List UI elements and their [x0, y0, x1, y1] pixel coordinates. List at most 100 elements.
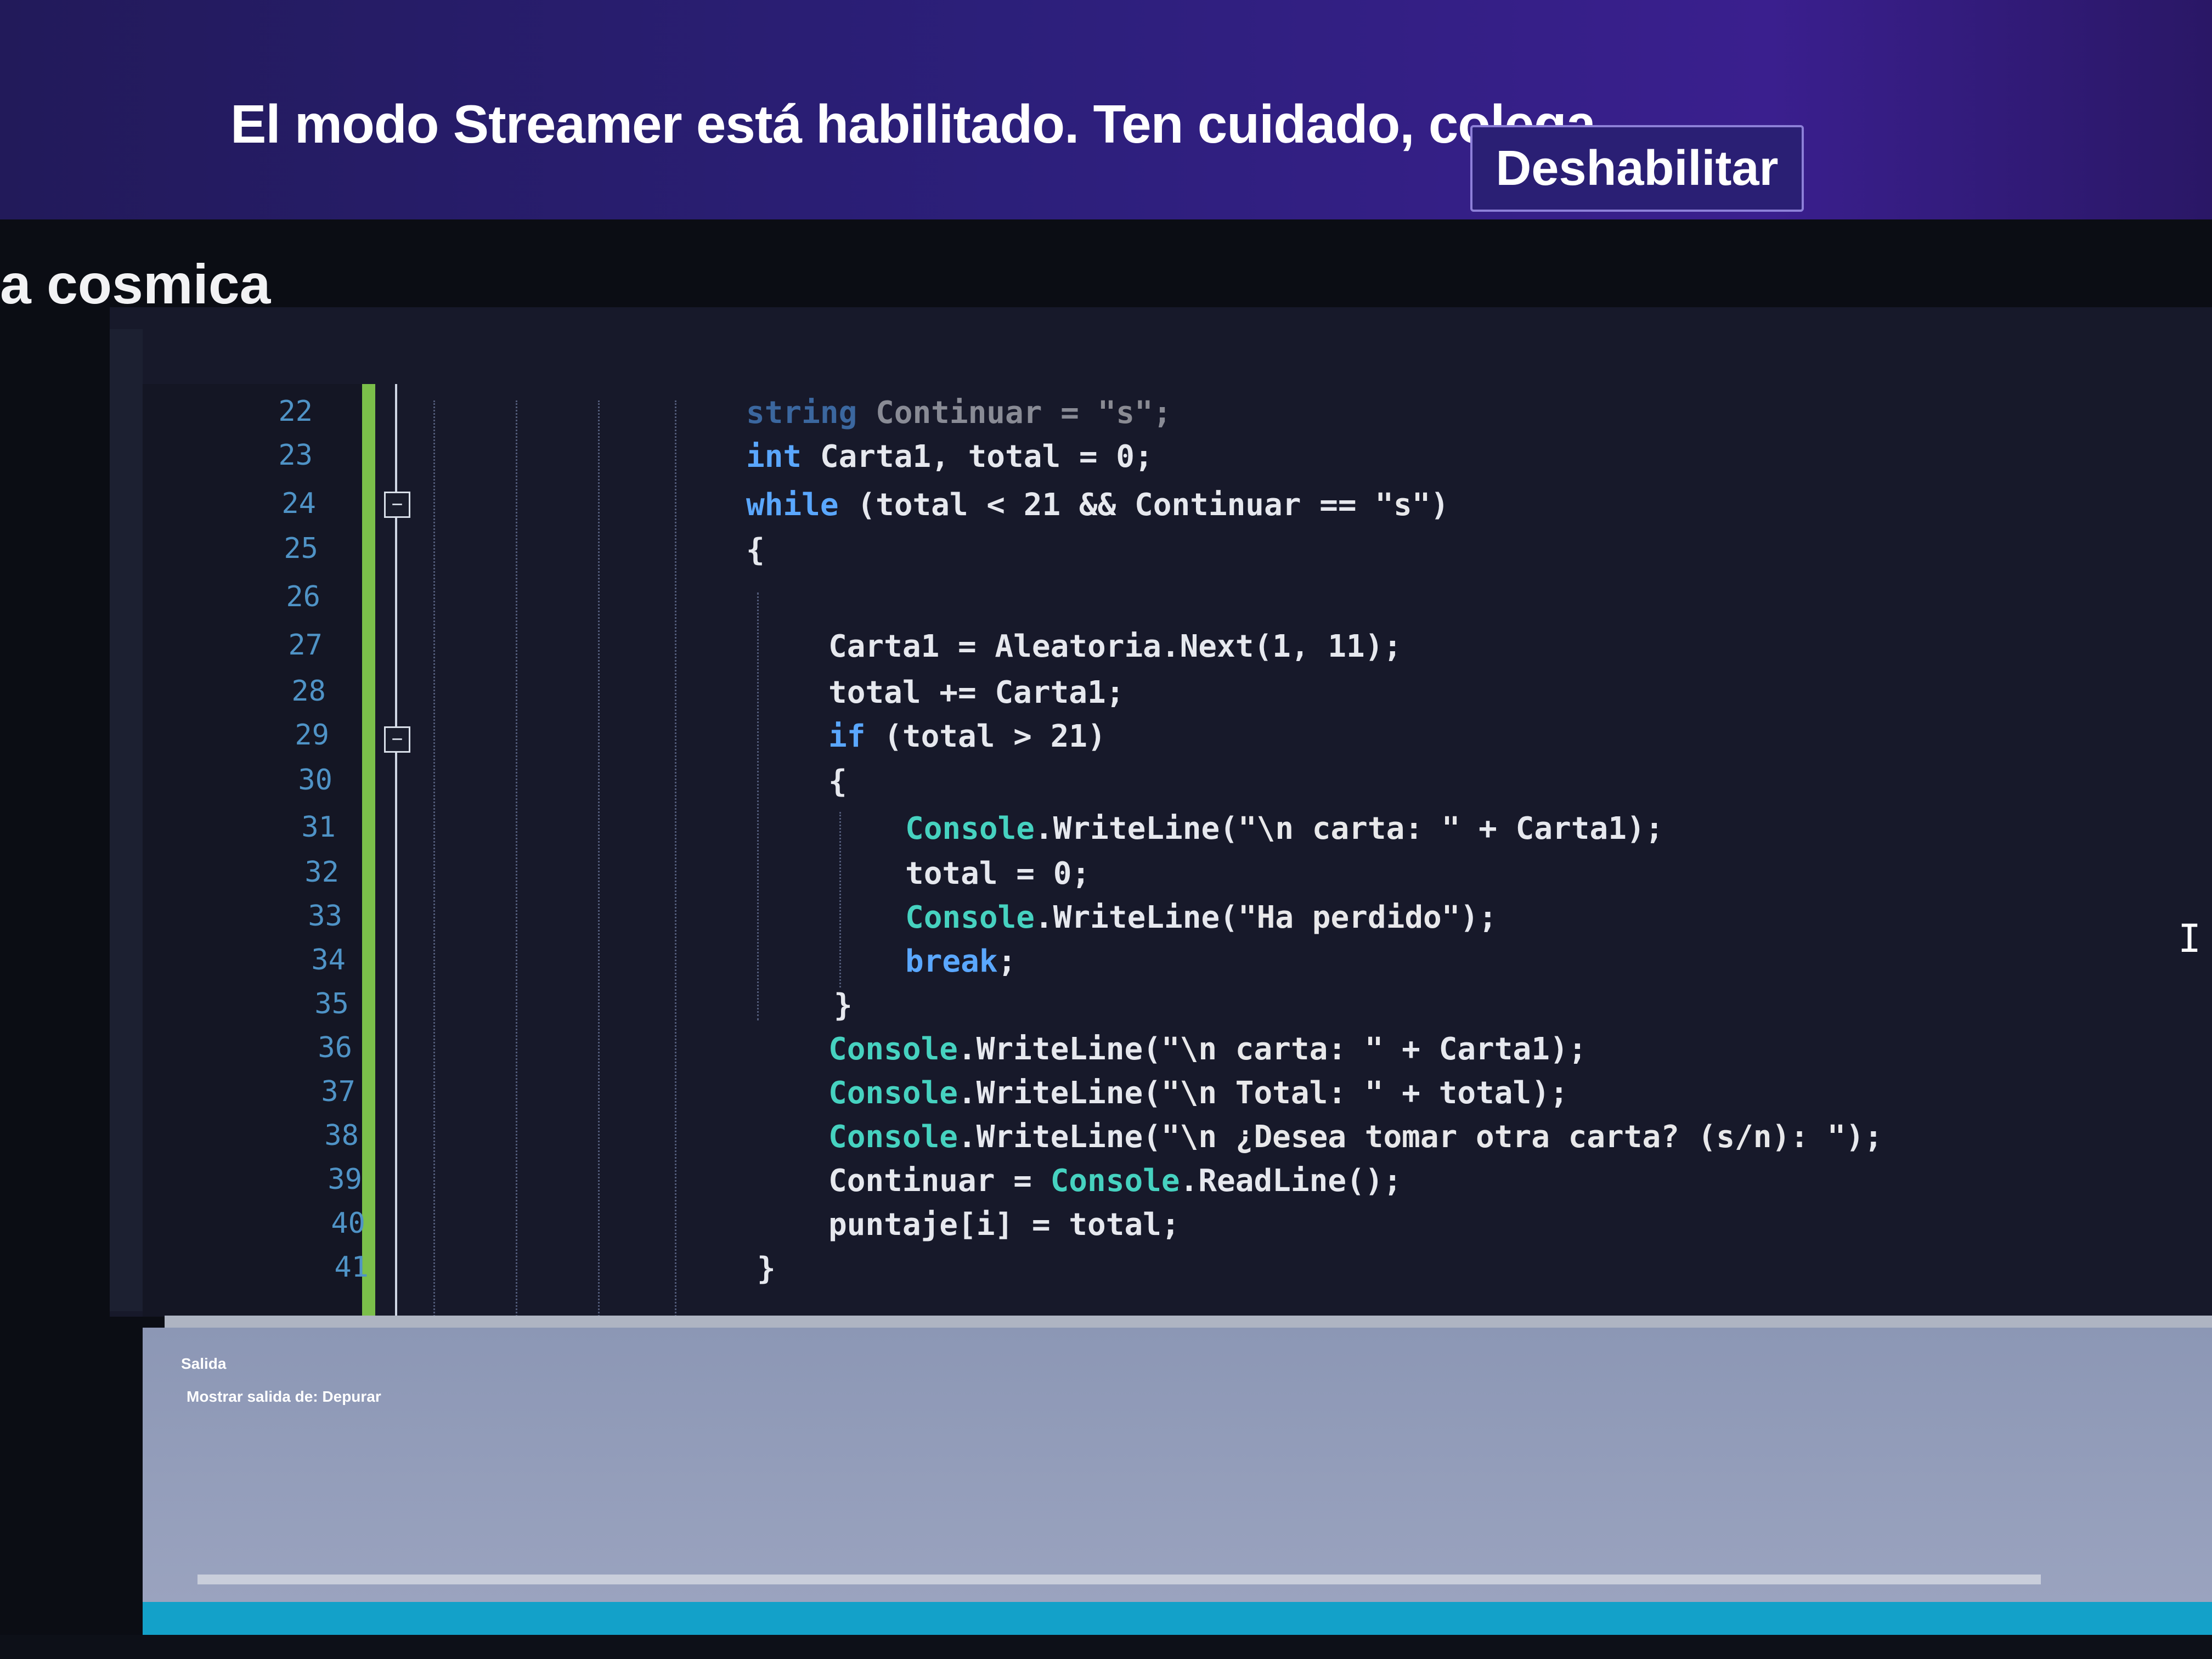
streamer-mode-banner: El modo Streamer está habilitado. Ten cu…	[0, 0, 2212, 219]
line-number: 22	[278, 395, 313, 428]
text-cursor-icon: I	[2178, 916, 2202, 961]
fold-minus-icon[interactable]: −	[384, 726, 410, 753]
code-token: {	[746, 532, 765, 568]
string-token: "\n Total: "	[1161, 1075, 1384, 1111]
line-number: 30	[298, 764, 332, 797]
code-token: }	[834, 988, 853, 1023]
code-line[interactable]: while (total < 21 && Continuar == "s")	[746, 487, 1449, 523]
code-token: + Carta1);	[1460, 811, 1664, 847]
indent-guide	[675, 400, 676, 1317]
string-token: "\n ¿Desea tomar otra carta? (s/n): "	[1161, 1119, 1846, 1155]
code-line[interactable]: int Carta1, total = 0;	[746, 439, 1153, 475]
code-token: ;	[997, 944, 1017, 979]
string-token: "\n carta: "	[1238, 811, 1460, 847]
indent-guide	[839, 812, 841, 988]
disable-streamer-mode-button[interactable]: Deshabilitar	[1470, 125, 1804, 212]
class-token: Console	[1050, 1163, 1180, 1199]
keyword-token: string	[746, 395, 857, 431]
line-number: 28	[291, 675, 326, 708]
code-line[interactable]: Console.WriteLine("Ha perdido");	[905, 900, 1497, 935]
code-token: Carta1, total = 0;	[802, 439, 1153, 475]
output-source-selector[interactable]: Mostrar salida de: Depurar	[187, 1388, 381, 1406]
code-line[interactable]: puntaje[i] = total;	[828, 1207, 1180, 1243]
line-number: 27	[288, 629, 323, 662]
line-number: 39	[328, 1163, 362, 1196]
code-token: .WriteLine(	[1035, 900, 1238, 935]
line-number: 34	[311, 944, 346, 977]
code-line[interactable]: Console.WriteLine("\n carta: " + Carta1)…	[828, 1031, 1587, 1067]
code-line[interactable]: Console.WriteLine("\n Total: " + total);	[828, 1075, 1568, 1111]
horizontal-scrollbar[interactable]	[165, 1316, 2212, 1329]
fold-minus-icon[interactable]: −	[384, 492, 410, 518]
line-number: 24	[281, 487, 316, 520]
keyword-token: if	[828, 719, 866, 754]
class-token: Console	[905, 900, 1035, 935]
output-horizontal-scrollbar[interactable]	[198, 1575, 2041, 1584]
line-number: 33	[308, 900, 342, 933]
keyword-token: while	[746, 487, 839, 523]
code-token: (total < 21 && Continuar ==	[838, 487, 1375, 523]
code-token: + total);	[1383, 1075, 1568, 1111]
code-token: );	[1846, 1119, 1883, 1155]
class-token: Console	[828, 1119, 958, 1155]
code-line[interactable]: Continuar = Console.ReadLine();	[828, 1163, 1402, 1199]
line-number: 40	[331, 1207, 365, 1240]
code-line[interactable]: {	[828, 764, 847, 799]
code-line[interactable]: {	[746, 532, 765, 568]
code-line[interactable]: total = 0;	[905, 856, 1090, 891]
code-token: Continuar =	[828, 1163, 1051, 1199]
code-token: total += Carta1;	[828, 675, 1125, 710]
code-line[interactable]: Console.WriteLine("\n ¿Desea tomar otra …	[828, 1119, 1883, 1155]
outline-line	[395, 384, 397, 1317]
line-number: 29	[295, 719, 329, 752]
class-token: Console	[828, 1075, 958, 1111]
code-token: Carta1 = Aleatoria.Next(1, 11);	[828, 629, 1402, 664]
line-number: 23	[278, 439, 313, 472]
keyword-token: break	[905, 944, 998, 979]
code-line[interactable]: Console.WriteLine("\n carta: " + Carta1)…	[905, 811, 1663, 847]
side-tool-tabs[interactable]	[110, 329, 143, 1311]
code-token: .WriteLine(	[958, 1031, 1161, 1067]
string-token: "s"	[1097, 395, 1153, 431]
status-bar	[143, 1602, 2212, 1635]
line-number: 25	[284, 532, 318, 565]
indent-guide	[516, 400, 517, 1317]
line-number: 37	[321, 1075, 356, 1108]
output-panel[interactable]	[143, 1328, 2212, 1602]
code-token: total = 0;	[905, 856, 1091, 891]
taskbar[interactable]	[0, 1635, 2212, 1659]
string-token: "s"	[1375, 487, 1431, 523]
line-number: 38	[324, 1119, 359, 1152]
string-token: "\n carta: "	[1161, 1031, 1384, 1067]
output-panel-title: Salida	[181, 1355, 227, 1372]
code-line[interactable]: if (total > 21)	[828, 719, 1106, 754]
code-line[interactable]: }	[834, 988, 853, 1023]
streamer-mode-message: El modo Streamer está habilitado. Ten cu…	[230, 94, 1611, 154]
change-tracking-bar	[362, 384, 375, 1317]
class-token: Console	[905, 811, 1035, 847]
code-token: }	[757, 1251, 776, 1286]
code-line[interactable]: Carta1 = Aleatoria.Next(1, 11);	[828, 629, 1402, 664]
code-token: );	[1460, 900, 1497, 935]
code-token: {	[828, 764, 847, 799]
code-token: ;	[1153, 395, 1172, 431]
code-line[interactable]: total += Carta1;	[828, 675, 1124, 710]
code-line[interactable]: string Continuar = "s";	[746, 395, 1171, 431]
code-token: + Carta1);	[1383, 1031, 1587, 1067]
line-number: 41	[334, 1251, 369, 1284]
line-number: 31	[301, 811, 336, 844]
line-number: 35	[314, 988, 349, 1020]
code-token: .ReadLine();	[1180, 1163, 1402, 1199]
line-number: 26	[286, 580, 320, 613]
string-token: "Ha perdido"	[1238, 900, 1460, 935]
indent-guide	[433, 400, 435, 1317]
keyword-token: int	[746, 439, 802, 475]
code-token: .WriteLine(	[958, 1119, 1161, 1155]
code-token: puntaje[i] = total;	[828, 1207, 1180, 1243]
code-token: .WriteLine(	[958, 1075, 1161, 1111]
code-line[interactable]: break;	[905, 944, 1016, 979]
code-line[interactable]: }	[757, 1251, 776, 1286]
line-number: 36	[318, 1031, 352, 1064]
code-token: .WriteLine(	[1035, 811, 1238, 847]
indent-guide	[757, 592, 759, 1020]
